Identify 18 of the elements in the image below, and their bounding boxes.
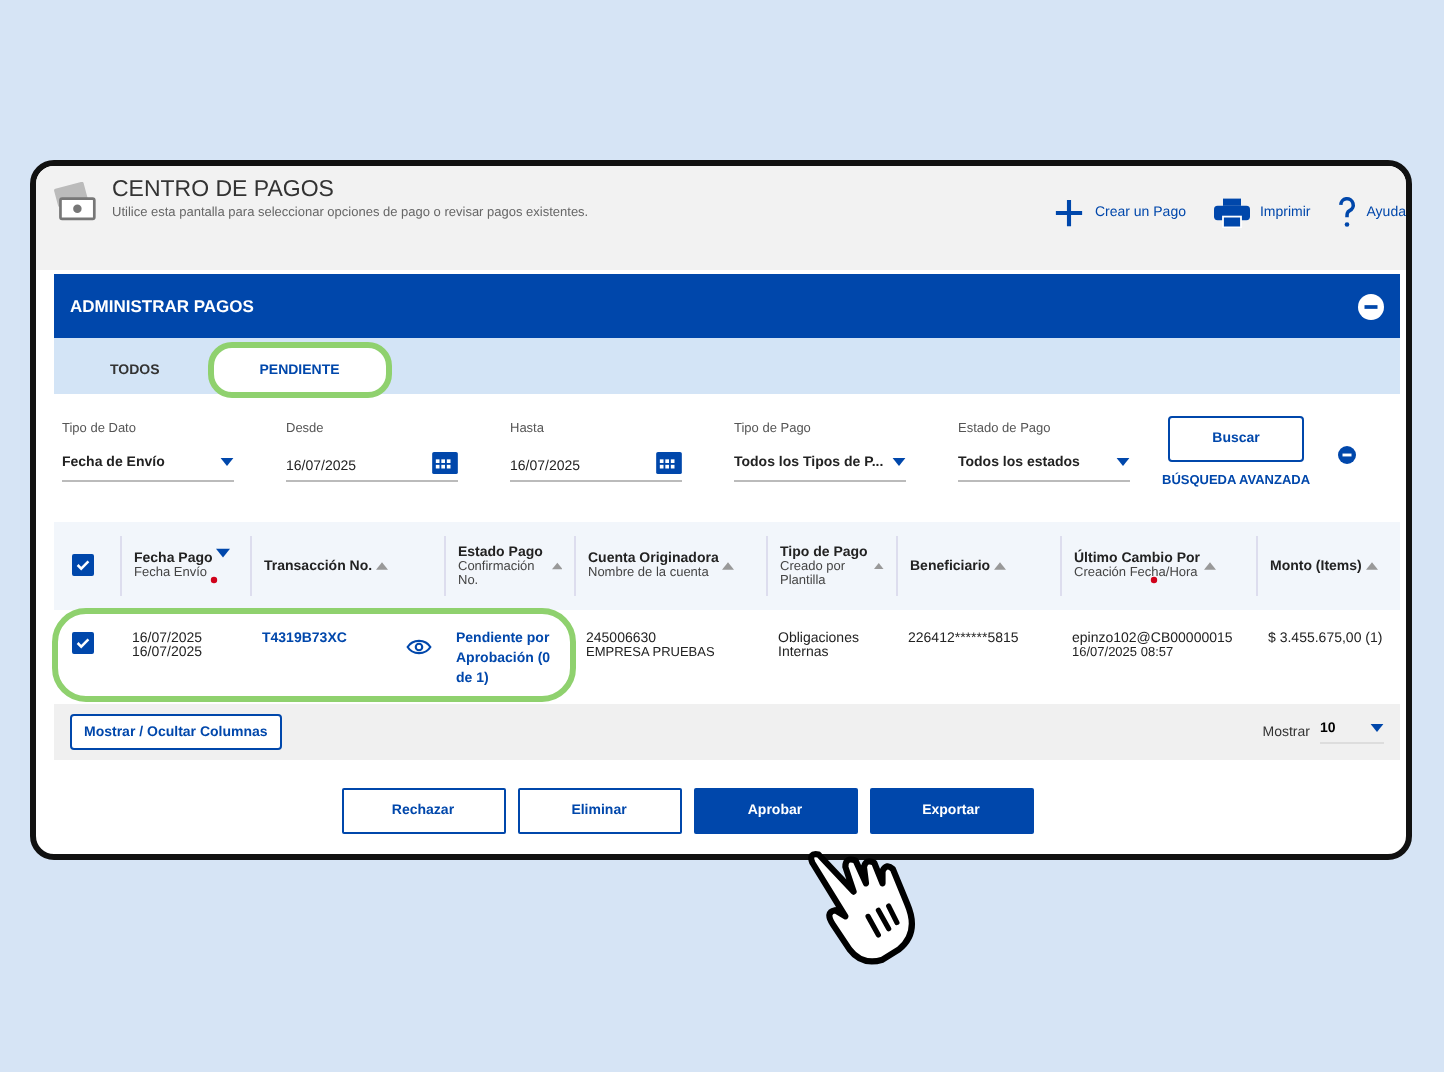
caret-icon [1370,724,1384,732]
collapse-icon[interactable] [1358,293,1384,319]
help-icon [1338,196,1357,228]
page-title: CENTRO DE PAGOS [112,178,336,202]
eye-icon[interactable] [406,638,432,656]
select-all-checkbox[interactable] [72,554,94,576]
money-icon [52,182,96,222]
caret-icon [220,458,234,466]
panel-title: ADMINISTRAR PAGOS [70,296,254,316]
printer-icon [1213,197,1250,227]
calendar-icon[interactable] [432,451,458,473]
row-checkbox[interactable] [72,632,94,654]
caret-icon [1116,458,1130,466]
plus-icon [1054,197,1085,227]
collapse-icon[interactable] [1338,446,1357,464]
sort-icon[interactable] [216,548,231,558]
calendar-icon[interactable] [656,451,682,473]
caret-icon [892,458,906,466]
